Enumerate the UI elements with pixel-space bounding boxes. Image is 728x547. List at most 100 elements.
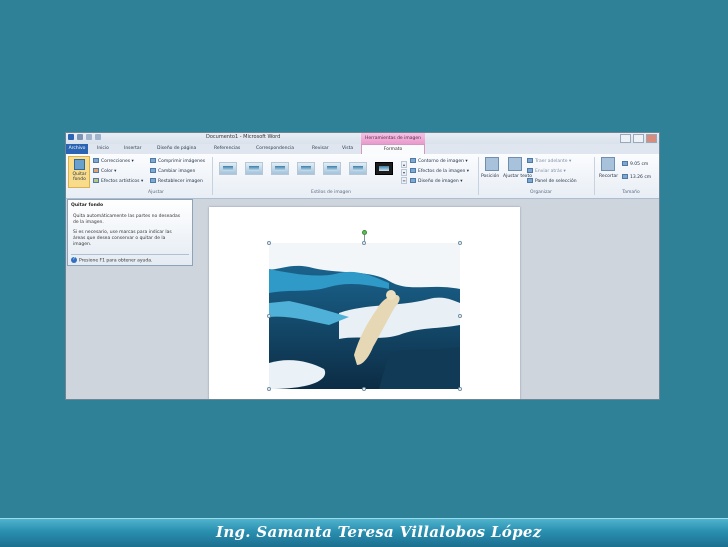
selection-pane-icon [527, 178, 533, 183]
contextual-tab-group: Herramientas de imagen [361, 133, 425, 144]
compress-pictures-button[interactable]: Comprimir imágenes [150, 158, 205, 164]
width-icon [622, 174, 628, 179]
tooltip-help: ? Presione F1 para obtener ayuda. [71, 257, 152, 264]
word-logo-icon [68, 134, 74, 140]
arrange-group-label: Organizar [530, 190, 552, 195]
corrections-icon [93, 158, 99, 163]
width-field[interactable]: 13.26 cm [622, 174, 651, 180]
rotation-handle[interactable] [362, 230, 367, 235]
resize-handle-right[interactable] [458, 314, 462, 318]
gallery-down-button[interactable]: ▾ [401, 169, 407, 176]
help-icon: ? [71, 257, 77, 263]
resize-handle-bottom[interactable] [362, 387, 366, 391]
undo-icon[interactable] [86, 134, 92, 140]
height-value: 9.05 cm [630, 162, 649, 167]
tab-archivo[interactable]: Archivo [66, 144, 88, 154]
color-label: Color [101, 169, 113, 174]
tab-inicio[interactable]: Inicio [97, 146, 109, 151]
height-icon [622, 161, 628, 166]
tab-revisar[interactable]: Revisar [312, 146, 329, 151]
maximize-button[interactable] [633, 134, 644, 143]
ribbon: Quitar fondo Correcciones ▾ Color ▾ Efec… [66, 154, 659, 199]
tooltip-divider [71, 254, 189, 255]
color-icon [93, 168, 99, 173]
picture-layout-label: Diseño de imagen [418, 179, 459, 184]
size-group-label: Tamaño [622, 190, 640, 195]
gallery-up-button[interactable]: ▴ [401, 161, 407, 168]
tab-vista[interactable]: Vista [342, 146, 353, 151]
bring-forward-icon [527, 158, 533, 163]
send-backward-icon [527, 168, 533, 173]
title-bar: Documento1 - Microsoft Word Herramientas… [66, 133, 659, 144]
redo-icon[interactable] [95, 134, 101, 140]
crop-button[interactable]: Recortar [599, 174, 618, 179]
color-button[interactable]: Color ▾ [93, 168, 116, 174]
corrections-button[interactable]: Correcciones ▾ [93, 158, 134, 164]
tab-insertar[interactable]: Insertar [124, 146, 142, 151]
change-picture-label: Cambiar imagen [158, 169, 196, 174]
wrap-text-icon[interactable] [508, 157, 522, 171]
artistic-effects-icon [93, 178, 99, 183]
tab-correspondencia[interactable]: Correspondencia [256, 146, 294, 151]
save-icon[interactable] [77, 134, 83, 140]
resize-handle-top-right[interactable] [458, 241, 462, 245]
picture-border-button[interactable]: Contorno de imagen ▾ [410, 158, 468, 164]
change-picture-button[interactable]: Cambiar imagen [150, 168, 195, 174]
remove-background-tooltip: Quitar fondo Quita automáticamente las p… [67, 199, 193, 266]
slide-footer: Ing. Samanta Teresa Villalobos López [0, 518, 728, 547]
position-icon[interactable] [485, 157, 499, 171]
picture-effects-label: Efectos de la imagen [418, 169, 466, 174]
reset-picture-button[interactable]: Restablecer imagen [150, 178, 203, 184]
polar-bear-photo[interactable] [269, 243, 460, 389]
crop-icon[interactable] [601, 157, 615, 171]
remove-background-label: Quitar fondo [72, 172, 87, 182]
tooltip-body: Quita automáticamente las partes no dese… [73, 214, 185, 252]
author-name: Ing. Samanta Teresa Villalobos López [216, 523, 542, 541]
compress-label: Comprimir imágenes [158, 159, 206, 164]
window-controls [620, 134, 657, 143]
picture-style-3[interactable] [271, 162, 289, 175]
resize-handle-top-left[interactable] [267, 241, 271, 245]
picture-style-4[interactable] [297, 162, 315, 175]
send-backward-button[interactable]: Enviar atrás ▾ [527, 168, 566, 174]
tab-referencias[interactable]: Referencias [214, 146, 240, 151]
gallery-more-button[interactable]: ≡ [401, 177, 407, 184]
bring-forward-button[interactable]: Traer adelante ▾ [527, 158, 571, 164]
tab-diseno-pagina[interactable]: Diseño de página [157, 146, 196, 151]
picture-effects-icon [410, 168, 416, 173]
remove-background-button[interactable]: Quitar fondo [68, 156, 90, 188]
close-button[interactable] [646, 134, 657, 143]
quick-access-toolbar [68, 134, 101, 140]
picture-style-1[interactable] [219, 162, 237, 175]
resize-handle-left[interactable] [267, 314, 271, 318]
width-value: 13.26 cm [630, 175, 652, 180]
picture-style-2[interactable] [245, 162, 263, 175]
position-button[interactable]: Posición [481, 174, 499, 179]
height-field[interactable]: 9.05 cm [622, 161, 648, 167]
picture-effects-button[interactable]: Efectos de la imagen ▾ [410, 168, 469, 174]
separator [212, 157, 213, 195]
remove-background-icon [74, 159, 85, 170]
selection-pane-button[interactable]: Panel de selección [527, 178, 577, 184]
tab-formato[interactable]: Formato [361, 144, 425, 154]
send-backward-label: Enviar atrás [535, 169, 563, 174]
minimize-button[interactable] [620, 134, 631, 143]
resize-handle-top[interactable] [362, 241, 366, 245]
tooltip-help-text: Presione F1 para obtener ayuda. [79, 258, 153, 264]
artistic-effects-button[interactable]: Efectos artísticos ▾ [93, 178, 143, 184]
picture-style-7[interactable] [375, 162, 393, 175]
resize-handle-bottom-right[interactable] [458, 387, 462, 391]
separator [478, 157, 479, 195]
picture-style-6[interactable] [349, 162, 367, 175]
tooltip-text-2: Si es necesario, use marcas para indicar… [73, 230, 172, 247]
resize-handle-bottom-left[interactable] [267, 387, 271, 391]
tooltip-title: Quitar fondo [71, 203, 104, 208]
corrections-label: Correcciones [101, 159, 131, 164]
selection-pane-label: Panel de selección [535, 179, 577, 184]
picture-style-5[interactable] [323, 162, 341, 175]
picture-border-icon [410, 158, 416, 163]
reset-picture-label: Restablecer imagen [158, 179, 203, 184]
picture-layout-button[interactable]: Diseño de imagen ▾ [410, 178, 463, 184]
reset-picture-icon [150, 178, 156, 183]
word-screenshot: Documento1 - Microsoft Word Herramientas… [65, 132, 660, 400]
